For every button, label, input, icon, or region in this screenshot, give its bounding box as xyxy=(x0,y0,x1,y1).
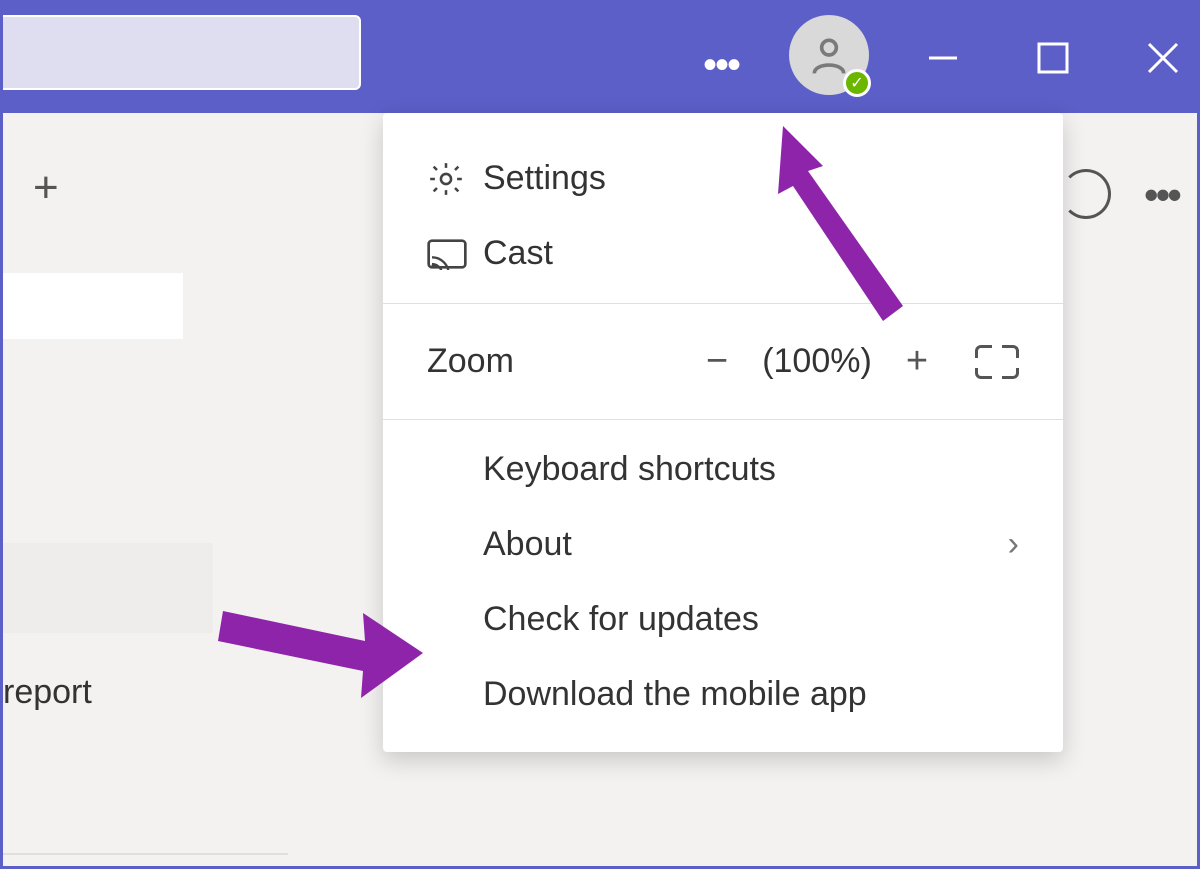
background-block xyxy=(3,543,213,633)
menu-separator xyxy=(383,419,1063,420)
fullscreen-button[interactable] xyxy=(975,345,1019,379)
profile-avatar[interactable]: ✓ xyxy=(789,15,869,95)
zoom-out-button[interactable]: − xyxy=(687,340,747,383)
add-tab-button[interactable]: + xyxy=(33,163,59,213)
window-close-button[interactable] xyxy=(1133,33,1193,83)
menu-label: About xyxy=(483,525,572,564)
active-tab-indicator xyxy=(3,273,183,339)
background-divider xyxy=(3,853,288,855)
zoom-in-button[interactable]: + xyxy=(887,340,947,383)
menu-label: Download the mobile app xyxy=(483,675,867,714)
settings-dropdown-menu: Settings Cast Zoom − (100%) + Keyb xyxy=(383,113,1063,752)
menu-item-cast[interactable]: Cast xyxy=(383,216,1063,291)
menu-item-check-updates[interactable]: Check for updates xyxy=(383,582,1063,657)
menu-item-settings[interactable]: Settings xyxy=(383,141,1063,216)
menu-item-about[interactable]: About › xyxy=(383,507,1063,582)
menu-item-keyboard-shortcuts[interactable]: Keyboard shortcuts xyxy=(383,432,1063,507)
search-input[interactable] xyxy=(3,15,361,90)
background-text: report xyxy=(3,673,92,712)
gear-icon xyxy=(427,160,483,198)
menu-item-download-mobile[interactable]: Download the mobile app xyxy=(383,657,1063,732)
content-area: + report ••• Settings Cast xyxy=(3,113,1197,866)
window-maximize-button[interactable] xyxy=(1023,33,1083,83)
toolbar-more-button[interactable]: ••• xyxy=(1144,171,1179,219)
window-minimize-button[interactable] xyxy=(913,33,973,83)
menu-separator xyxy=(383,303,1063,304)
chevron-right-icon: › xyxy=(1008,525,1019,564)
menu-label: Keyboard shortcuts xyxy=(483,450,776,489)
menu-label: Check for updates xyxy=(483,600,759,639)
presence-available-icon: ✓ xyxy=(843,69,871,97)
zoom-row: Zoom − (100%) + xyxy=(383,316,1063,407)
info-icon[interactable] xyxy=(1061,169,1111,219)
titlebar: ••• ✓ xyxy=(3,3,1197,113)
more-options-button[interactable]: ••• xyxy=(703,43,739,88)
menu-label: Cast xyxy=(483,234,553,273)
zoom-label: Zoom xyxy=(427,342,514,381)
person-icon xyxy=(807,33,851,77)
cast-icon xyxy=(427,238,483,270)
zoom-value: (100%) xyxy=(747,342,887,381)
menu-label: Settings xyxy=(483,159,606,198)
